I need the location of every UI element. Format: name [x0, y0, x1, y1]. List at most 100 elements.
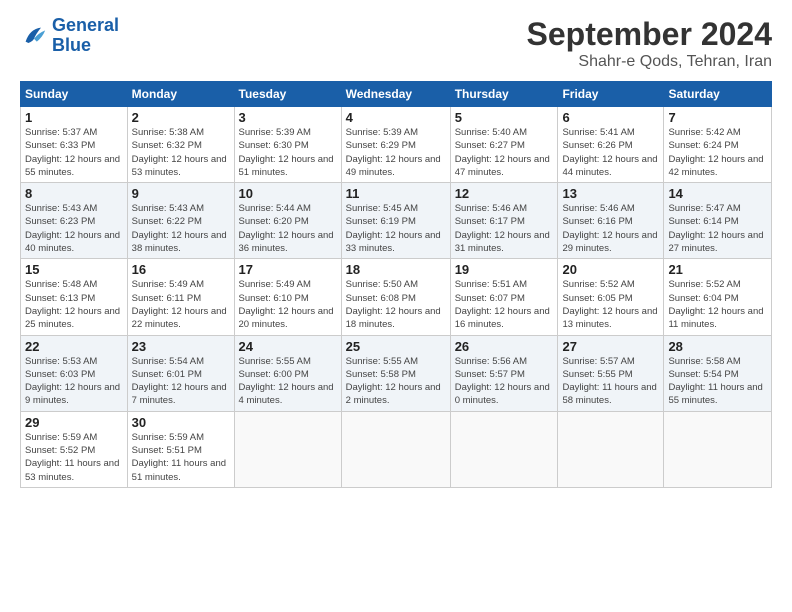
table-row: 20Sunrise: 5:52 AM Sunset: 6:05 PM Dayli…	[558, 259, 664, 335]
logo: General Blue	[20, 16, 119, 56]
day-number: 23	[132, 339, 230, 354]
col-thursday: Thursday	[450, 82, 558, 107]
day-detail: Sunrise: 5:43 AM Sunset: 6:22 PM Dayligh…	[132, 202, 230, 255]
table-row: 16Sunrise: 5:49 AM Sunset: 6:11 PM Dayli…	[127, 259, 234, 335]
header-row: Sunday Monday Tuesday Wednesday Thursday…	[21, 82, 772, 107]
table-row	[450, 411, 558, 487]
day-detail: Sunrise: 5:41 AM Sunset: 6:26 PM Dayligh…	[562, 126, 659, 179]
table-row: 5Sunrise: 5:40 AM Sunset: 6:27 PM Daylig…	[450, 107, 558, 183]
day-number: 18	[346, 262, 446, 277]
col-wednesday: Wednesday	[341, 82, 450, 107]
table-row: 17Sunrise: 5:49 AM Sunset: 6:10 PM Dayli…	[234, 259, 341, 335]
table-row	[341, 411, 450, 487]
day-detail: Sunrise: 5:53 AM Sunset: 6:03 PM Dayligh…	[25, 355, 123, 408]
day-detail: Sunrise: 5:52 AM Sunset: 6:05 PM Dayligh…	[562, 278, 659, 331]
day-number: 8	[25, 186, 123, 201]
day-detail: Sunrise: 5:40 AM Sunset: 6:27 PM Dayligh…	[455, 126, 554, 179]
col-saturday: Saturday	[664, 82, 772, 107]
day-detail: Sunrise: 5:37 AM Sunset: 6:33 PM Dayligh…	[25, 126, 123, 179]
day-detail: Sunrise: 5:55 AM Sunset: 6:00 PM Dayligh…	[239, 355, 337, 408]
table-row: 27Sunrise: 5:57 AM Sunset: 5:55 PM Dayli…	[558, 335, 664, 411]
table-row: 4Sunrise: 5:39 AM Sunset: 6:29 PM Daylig…	[341, 107, 450, 183]
calendar-table: Sunday Monday Tuesday Wednesday Thursday…	[20, 81, 772, 488]
day-number: 2	[132, 110, 230, 125]
day-detail: Sunrise: 5:43 AM Sunset: 6:23 PM Dayligh…	[25, 202, 123, 255]
day-detail: Sunrise: 5:50 AM Sunset: 6:08 PM Dayligh…	[346, 278, 446, 331]
week-row-3: 22Sunrise: 5:53 AM Sunset: 6:03 PM Dayli…	[21, 335, 772, 411]
day-number: 12	[455, 186, 554, 201]
day-number: 28	[668, 339, 767, 354]
day-detail: Sunrise: 5:49 AM Sunset: 6:10 PM Dayligh…	[239, 278, 337, 331]
day-number: 3	[239, 110, 337, 125]
logo-icon	[20, 22, 48, 50]
day-number: 19	[455, 262, 554, 277]
table-row: 29Sunrise: 5:59 AM Sunset: 5:52 PM Dayli…	[21, 411, 128, 487]
table-row: 15Sunrise: 5:48 AM Sunset: 6:13 PM Dayli…	[21, 259, 128, 335]
table-row: 28Sunrise: 5:58 AM Sunset: 5:54 PM Dayli…	[664, 335, 772, 411]
day-number: 6	[562, 110, 659, 125]
table-row	[558, 411, 664, 487]
day-detail: Sunrise: 5:57 AM Sunset: 5:55 PM Dayligh…	[562, 355, 659, 408]
day-number: 1	[25, 110, 123, 125]
table-row: 12Sunrise: 5:46 AM Sunset: 6:17 PM Dayli…	[450, 183, 558, 259]
day-detail: Sunrise: 5:59 AM Sunset: 5:51 PM Dayligh…	[132, 431, 230, 484]
day-number: 29	[25, 415, 123, 430]
day-number: 30	[132, 415, 230, 430]
location-subtitle: Shahr-e Qods, Tehran, Iran	[527, 53, 772, 71]
month-title: September 2024	[527, 16, 772, 53]
day-number: 21	[668, 262, 767, 277]
table-row: 24Sunrise: 5:55 AM Sunset: 6:00 PM Dayli…	[234, 335, 341, 411]
day-number: 4	[346, 110, 446, 125]
day-detail: Sunrise: 5:58 AM Sunset: 5:54 PM Dayligh…	[668, 355, 767, 408]
col-monday: Monday	[127, 82, 234, 107]
table-row: 22Sunrise: 5:53 AM Sunset: 6:03 PM Dayli…	[21, 335, 128, 411]
day-number: 24	[239, 339, 337, 354]
table-row: 23Sunrise: 5:54 AM Sunset: 6:01 PM Dayli…	[127, 335, 234, 411]
table-row: 7Sunrise: 5:42 AM Sunset: 6:24 PM Daylig…	[664, 107, 772, 183]
day-number: 26	[455, 339, 554, 354]
table-row: 18Sunrise: 5:50 AM Sunset: 6:08 PM Dayli…	[341, 259, 450, 335]
day-number: 14	[668, 186, 767, 201]
title-block: September 2024 Shahr-e Qods, Tehran, Ira…	[527, 16, 772, 71]
table-row: 26Sunrise: 5:56 AM Sunset: 5:57 PM Dayli…	[450, 335, 558, 411]
day-number: 20	[562, 262, 659, 277]
day-detail: Sunrise: 5:39 AM Sunset: 6:29 PM Dayligh…	[346, 126, 446, 179]
logo-blue: Blue	[52, 35, 91, 55]
table-row: 10Sunrise: 5:44 AM Sunset: 6:20 PM Dayli…	[234, 183, 341, 259]
day-number: 10	[239, 186, 337, 201]
table-row: 9Sunrise: 5:43 AM Sunset: 6:22 PM Daylig…	[127, 183, 234, 259]
day-detail: Sunrise: 5:46 AM Sunset: 6:16 PM Dayligh…	[562, 202, 659, 255]
table-row: 13Sunrise: 5:46 AM Sunset: 6:16 PM Dayli…	[558, 183, 664, 259]
table-row: 1Sunrise: 5:37 AM Sunset: 6:33 PM Daylig…	[21, 107, 128, 183]
day-number: 11	[346, 186, 446, 201]
week-row-0: 1Sunrise: 5:37 AM Sunset: 6:33 PM Daylig…	[21, 107, 772, 183]
day-detail: Sunrise: 5:49 AM Sunset: 6:11 PM Dayligh…	[132, 278, 230, 331]
table-row: 30Sunrise: 5:59 AM Sunset: 5:51 PM Dayli…	[127, 411, 234, 487]
table-row: 3Sunrise: 5:39 AM Sunset: 6:30 PM Daylig…	[234, 107, 341, 183]
day-number: 27	[562, 339, 659, 354]
day-number: 16	[132, 262, 230, 277]
day-detail: Sunrise: 5:38 AM Sunset: 6:32 PM Dayligh…	[132, 126, 230, 179]
table-row	[664, 411, 772, 487]
day-detail: Sunrise: 5:51 AM Sunset: 6:07 PM Dayligh…	[455, 278, 554, 331]
week-row-2: 15Sunrise: 5:48 AM Sunset: 6:13 PM Dayli…	[21, 259, 772, 335]
day-detail: Sunrise: 5:56 AM Sunset: 5:57 PM Dayligh…	[455, 355, 554, 408]
table-row: 14Sunrise: 5:47 AM Sunset: 6:14 PM Dayli…	[664, 183, 772, 259]
day-number: 22	[25, 339, 123, 354]
day-detail: Sunrise: 5:59 AM Sunset: 5:52 PM Dayligh…	[25, 431, 123, 484]
week-row-4: 29Sunrise: 5:59 AM Sunset: 5:52 PM Dayli…	[21, 411, 772, 487]
day-detail: Sunrise: 5:45 AM Sunset: 6:19 PM Dayligh…	[346, 202, 446, 255]
col-tuesday: Tuesday	[234, 82, 341, 107]
day-number: 17	[239, 262, 337, 277]
logo-general: General	[52, 15, 119, 35]
table-row: 25Sunrise: 5:55 AM Sunset: 5:58 PM Dayli…	[341, 335, 450, 411]
day-detail: Sunrise: 5:48 AM Sunset: 6:13 PM Dayligh…	[25, 278, 123, 331]
table-row: 11Sunrise: 5:45 AM Sunset: 6:19 PM Dayli…	[341, 183, 450, 259]
day-detail: Sunrise: 5:44 AM Sunset: 6:20 PM Dayligh…	[239, 202, 337, 255]
col-friday: Friday	[558, 82, 664, 107]
col-sunday: Sunday	[21, 82, 128, 107]
day-detail: Sunrise: 5:46 AM Sunset: 6:17 PM Dayligh…	[455, 202, 554, 255]
week-row-1: 8Sunrise: 5:43 AM Sunset: 6:23 PM Daylig…	[21, 183, 772, 259]
day-number: 15	[25, 262, 123, 277]
day-detail: Sunrise: 5:55 AM Sunset: 5:58 PM Dayligh…	[346, 355, 446, 408]
